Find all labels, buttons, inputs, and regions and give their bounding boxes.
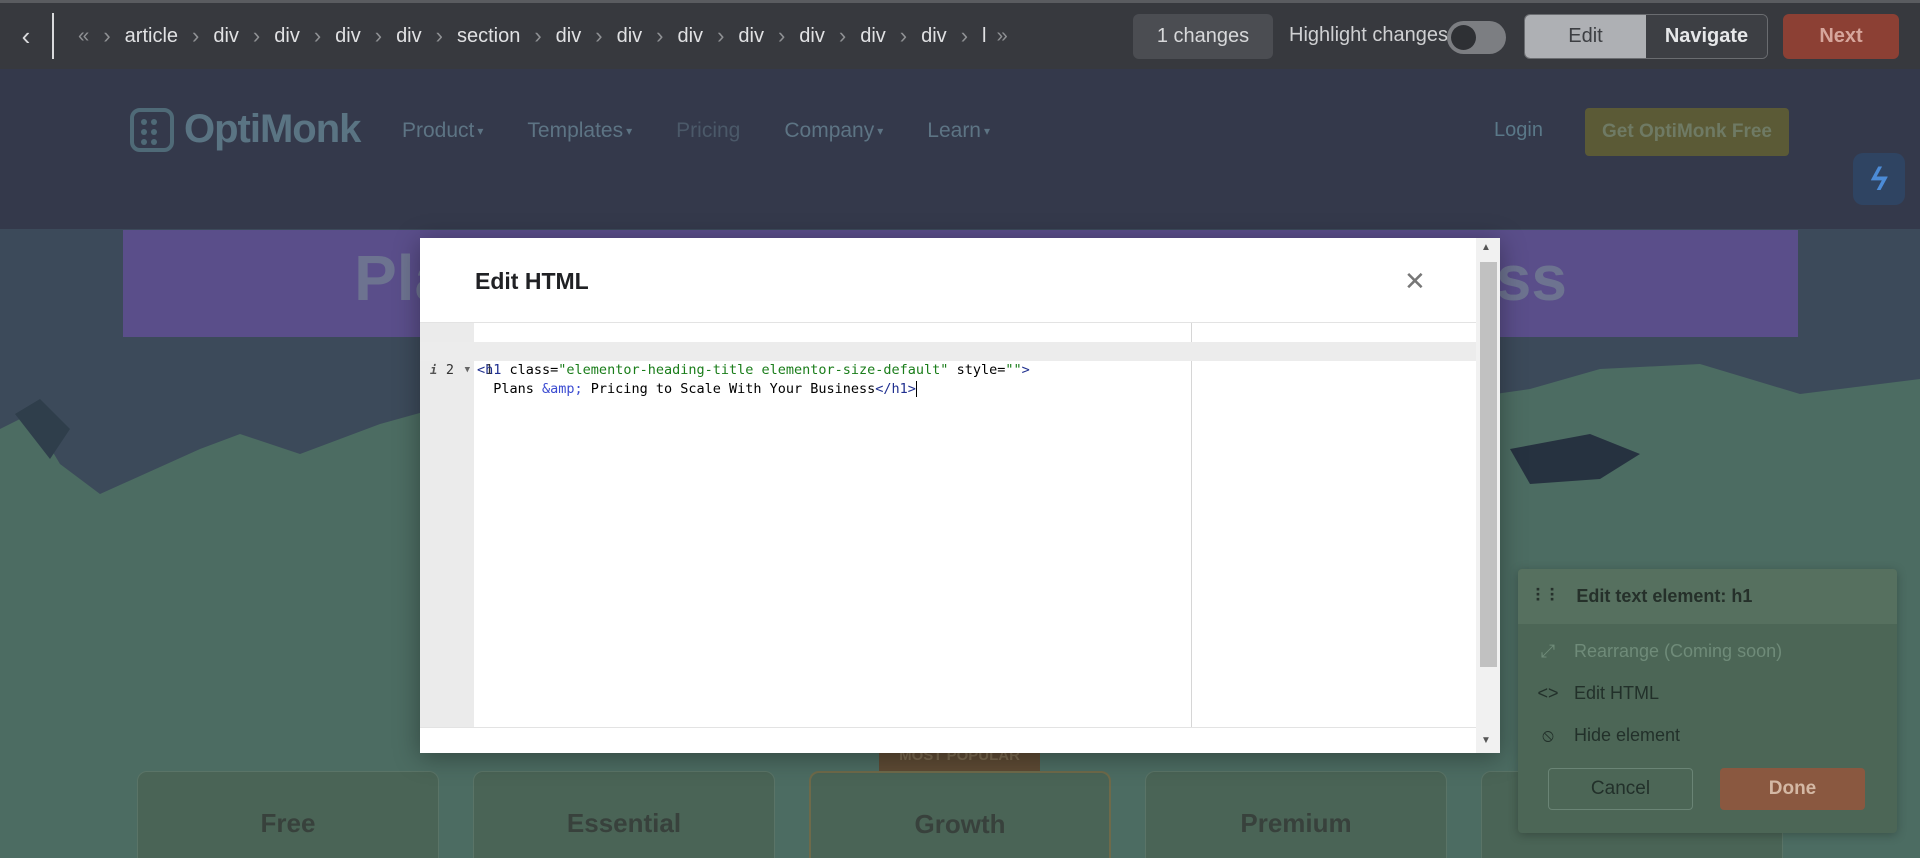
scroll-down-icon[interactable]: ▼ bbox=[1481, 735, 1491, 746]
drag-handle-icon[interactable]: ⠇⠇ bbox=[1534, 586, 1562, 607]
breadcrumb-item[interactable]: div bbox=[331, 25, 365, 48]
edit-mode-button[interactable]: Edit bbox=[1525, 15, 1646, 58]
nav-item-learn[interactable]: Learn ▾ bbox=[927, 119, 990, 143]
chevron-right-icon: › bbox=[313, 23, 322, 48]
breadcrumb-item[interactable]: div bbox=[734, 25, 768, 48]
chevron-right-icon: › bbox=[838, 23, 847, 48]
extension-lightning-icon[interactable]: ϟ bbox=[1853, 153, 1905, 205]
chevron-right-icon: › bbox=[252, 23, 261, 48]
breadcrumb-item[interactable]: div bbox=[270, 25, 304, 48]
breadcrumb-item[interactable]: section bbox=[453, 25, 524, 48]
text-cursor bbox=[915, 381, 917, 397]
plan-name: Essential bbox=[566, 808, 682, 838]
modal-title: Edit HTML bbox=[475, 268, 589, 294]
nav-item-pricing[interactable]: Pricing bbox=[676, 119, 740, 143]
logo-mark-icon bbox=[130, 107, 174, 152]
eye-off-icon: ⦸ bbox=[1542, 725, 1554, 745]
caret-down-icon: ▾ bbox=[477, 124, 484, 139]
panel-header[interactable]: ⠇⠇ Edit text element: h1 bbox=[1518, 569, 1897, 624]
plan-name: Premium bbox=[1240, 808, 1352, 838]
mode-switch: Edit Navigate bbox=[1524, 14, 1768, 59]
next-button[interactable]: Next bbox=[1783, 14, 1899, 59]
plan-name: Free bbox=[260, 808, 316, 838]
breadcrumb-item[interactable]: div bbox=[392, 25, 426, 48]
breadcrumb-item[interactable]: div bbox=[209, 25, 243, 48]
rearrange-label: Rearrange (Coming soon) bbox=[1574, 641, 1783, 661]
close-icon[interactable]: ✕ bbox=[1404, 266, 1426, 297]
breadcrumb-item[interactable]: article bbox=[121, 25, 182, 48]
breadcrumb-scroll-left-icon[interactable]: ‹‹ bbox=[78, 25, 89, 48]
edit-html-label: Edit HTML bbox=[1574, 683, 1660, 703]
highlight-changes-toggle[interactable] bbox=[1447, 21, 1506, 54]
line-number: 2 bbox=[445, 362, 454, 378]
chevron-right-icon: › bbox=[103, 23, 111, 48]
breadcrumb-item[interactable]: l bbox=[978, 25, 990, 48]
edit-element-panel: ⠇⠇ Edit text element: h1 ⤢ Rearrange (Co… bbox=[1518, 569, 1897, 833]
chevron-right-icon: › bbox=[534, 23, 542, 48]
plan-card-growth[interactable]: Growth bbox=[809, 771, 1111, 858]
login-link[interactable]: Login bbox=[1494, 119, 1543, 142]
cancel-button[interactable]: Cancel bbox=[1548, 768, 1693, 810]
nav-item-product[interactable]: Product ▾ bbox=[402, 119, 483, 143]
caret-down-icon: ▾ bbox=[877, 124, 884, 139]
edit-html-option[interactable]: <> Edit HTML bbox=[1536, 683, 1659, 704]
code-brackets-icon: <> bbox=[1537, 683, 1559, 703]
toggle-knob bbox=[1451, 25, 1476, 50]
breadcrumb-item[interactable]: div bbox=[552, 25, 586, 48]
highlight-changes-label: Highlight changes bbox=[1289, 24, 1448, 46]
get-optimonk-free-button[interactable]: Get OptiMonk Free bbox=[1585, 108, 1789, 156]
chevron-right-icon: › bbox=[192, 23, 200, 48]
hide-element-option[interactable]: ⦸ Hide element bbox=[1536, 725, 1680, 746]
breadcrumb-item[interactable]: div bbox=[917, 25, 951, 48]
scrollbar-thumb[interactable] bbox=[1480, 262, 1497, 667]
plan-card-premium[interactable]: Premium bbox=[1145, 771, 1447, 858]
breadcrumb-scroll-right-icon[interactable]: ›› bbox=[996, 25, 1007, 48]
breadcrumb-item[interactable]: div bbox=[673, 25, 707, 48]
navigate-mode-button[interactable]: Navigate bbox=[1646, 15, 1767, 58]
chevron-right-icon: › bbox=[899, 23, 908, 48]
toolbar-divider bbox=[52, 13, 54, 59]
logo-text: OptiMonk bbox=[184, 107, 361, 151]
editor-toolbar: ‹ ‹‹ › article › div › div › div › div ›… bbox=[0, 0, 1920, 69]
plan-name: Growth bbox=[914, 809, 1006, 839]
code-text: <h1 class="elementor-heading-title eleme… bbox=[477, 362, 1030, 378]
code-line[interactable]: i1▼ <h1 class="elementor-heading-title e… bbox=[420, 323, 1476, 378]
chevron-left-icon: ‹ bbox=[21, 20, 31, 51]
breadcrumb-item[interactable]: div bbox=[856, 25, 890, 48]
optimonk-logo[interactable]: OptiMonk bbox=[130, 107, 361, 152]
chevron-right-icon: › bbox=[435, 23, 443, 48]
plan-card-essential[interactable]: Essential bbox=[473, 771, 775, 858]
code-text: Plans &amp; Pricing to Scale With Your B… bbox=[477, 381, 917, 397]
chevron-right-icon: › bbox=[595, 23, 603, 48]
code-editor[interactable]: i1▼ <h1 class="elementor-heading-title e… bbox=[420, 322, 1476, 728]
caret-down-icon: ▾ bbox=[626, 124, 633, 139]
done-button[interactable]: Done bbox=[1720, 768, 1865, 810]
code-line[interactable]: 2 Plans &amp; Pricing to Scale With Your… bbox=[420, 342, 1476, 397]
plan-card-free[interactable]: Free bbox=[137, 771, 439, 858]
changes-count-badge[interactable]: 1 changes bbox=[1133, 14, 1273, 59]
breadcrumb-item[interactable]: div bbox=[613, 25, 647, 48]
chevron-right-icon: › bbox=[960, 23, 969, 48]
caret-down-icon: ▾ bbox=[984, 124, 991, 139]
chevron-right-icon: › bbox=[717, 23, 725, 48]
nav-item-templates[interactable]: Templates ▾ bbox=[527, 119, 632, 143]
breadcrumb-item[interactable]: div bbox=[795, 25, 829, 48]
print-margin-line bbox=[1191, 323, 1192, 727]
modal-scrollbar[interactable]: ▲ ▼ bbox=[1476, 238, 1500, 753]
breadcrumb: ‹‹ › article › div › div › div › div › s… bbox=[72, 7, 1122, 65]
chevron-right-icon: › bbox=[656, 23, 664, 48]
expand-arrows-icon: ⤢ bbox=[1540, 641, 1556, 661]
nav-item-company[interactable]: Company ▾ bbox=[784, 119, 883, 143]
back-button[interactable]: ‹ bbox=[0, 7, 52, 65]
scroll-up-icon[interactable]: ▲ bbox=[1481, 242, 1491, 253]
panel-title: Edit text element: h1 bbox=[1576, 586, 1753, 606]
chevron-right-icon: › bbox=[374, 23, 383, 48]
rearrange-option: ⤢ Rearrange (Coming soon) bbox=[1536, 641, 1782, 662]
chevron-right-icon: › bbox=[777, 23, 786, 48]
site-nav: Product ▾ Templates ▾ Pricing Company ▾ Lea… bbox=[402, 119, 990, 143]
edit-html-modal: Edit HTML ✕ i1▼ <h1 class="elementor-hea… bbox=[420, 238, 1500, 753]
hide-element-label: Hide element bbox=[1574, 725, 1681, 745]
